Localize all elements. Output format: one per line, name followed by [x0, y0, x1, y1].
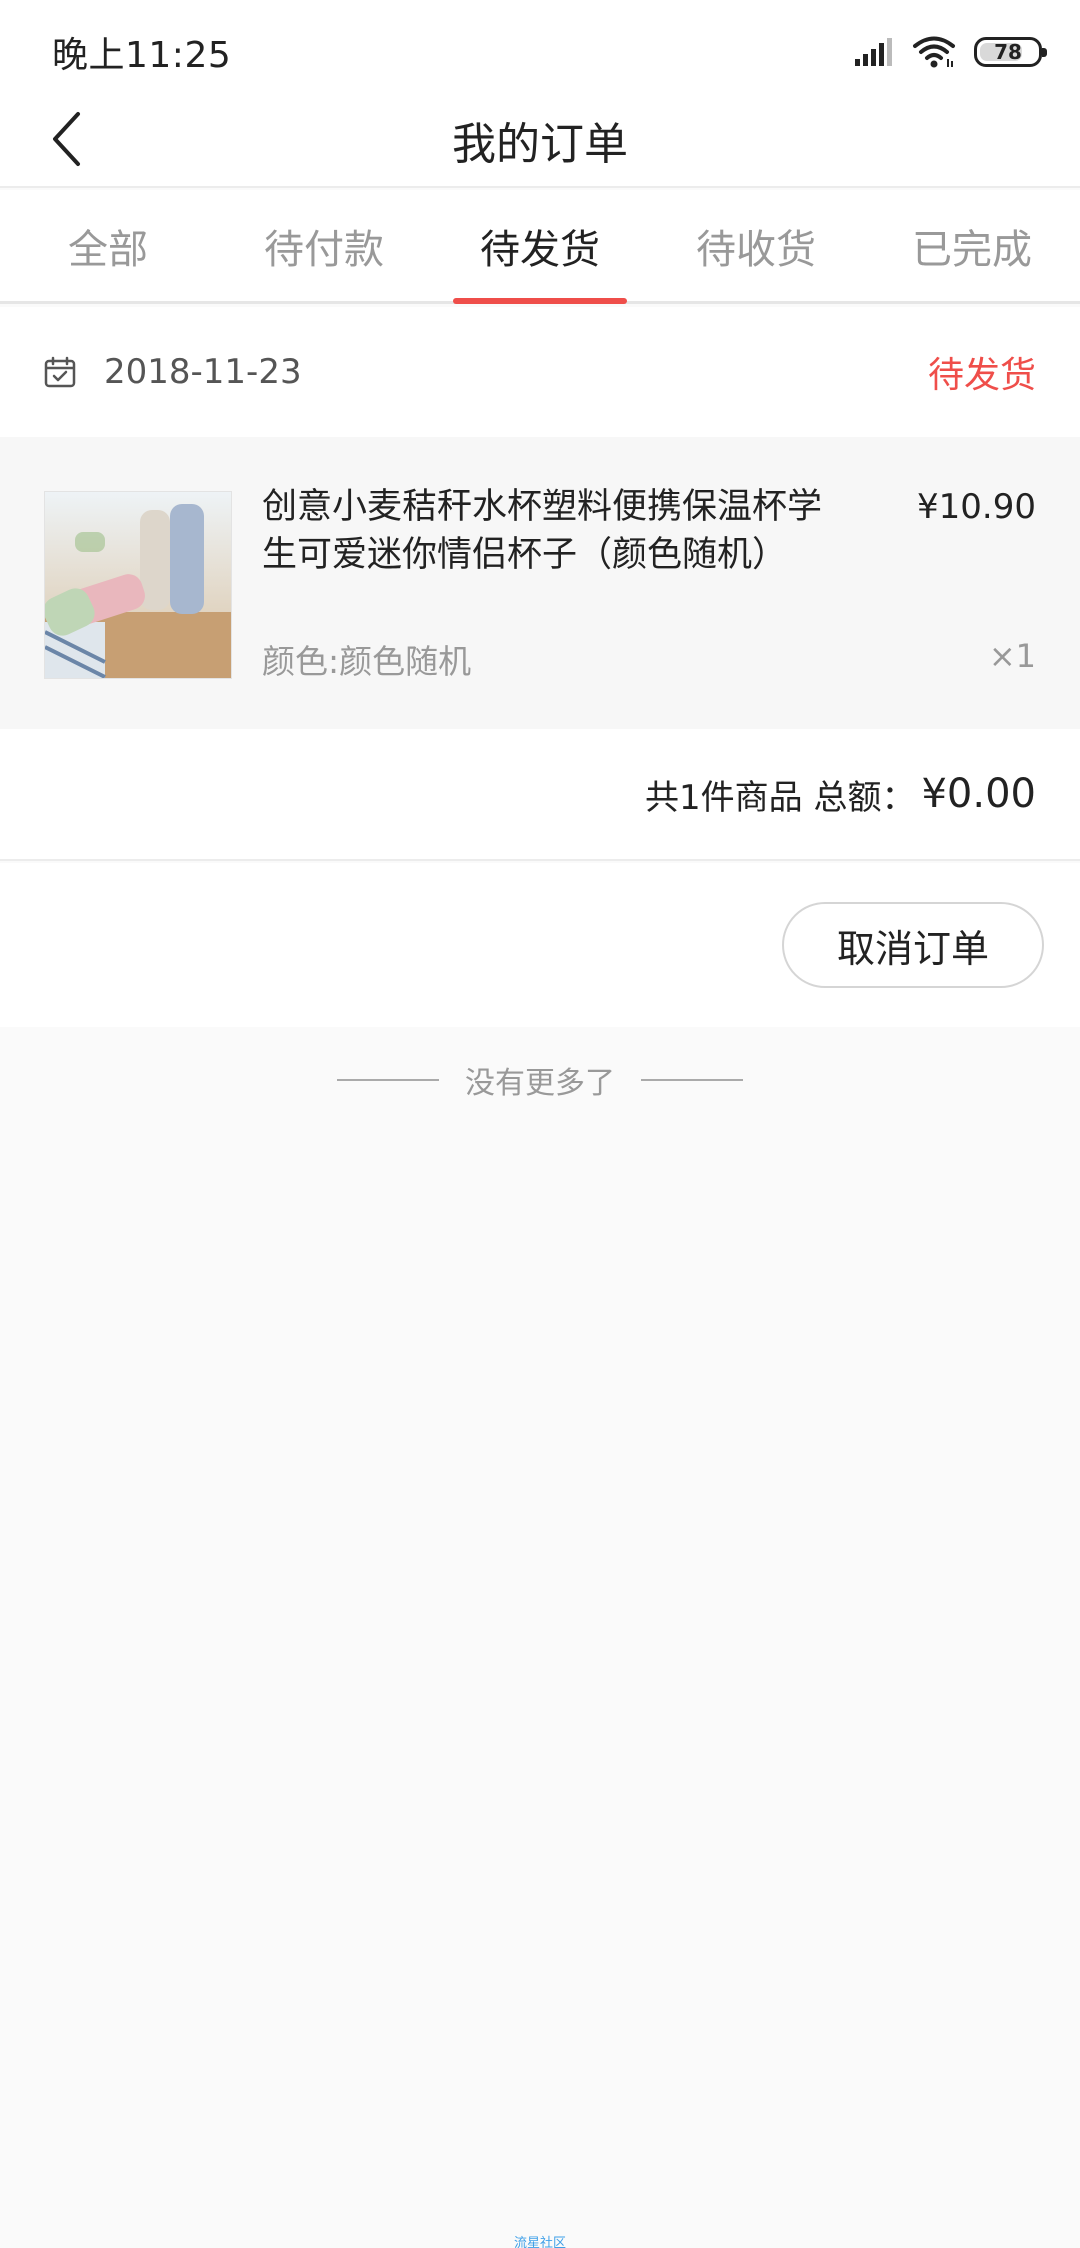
order-status-tabs: 全部 待付款 待发货 待收货 已完成 [0, 190, 1080, 304]
tab-all[interactable]: 全部 [0, 190, 216, 301]
product-price: ¥10.90 [917, 487, 1036, 527]
status-time: 晚上11:25 [52, 35, 232, 76]
back-button[interactable] [36, 104, 96, 174]
status-icons: 78 [854, 25, 1047, 69]
divider [641, 1079, 743, 1081]
order-date: 2018-11-23 [104, 352, 302, 392]
status-bar: 晚上11:25 78 [0, 0, 1080, 94]
chevron-left-icon [53, 112, 80, 166]
battery-level: 78 [994, 40, 1022, 64]
product-image [44, 491, 232, 679]
no-more-indicator: 没有更多了 [0, 1050, 1080, 1110]
divider [337, 1079, 439, 1081]
product-title: 创意小麦秸秆水杯塑料便携保温杯学生可爱迷你情侣杯子（颜色随机） [262, 487, 823, 575]
order-date-group: 2018-11-23 [44, 352, 302, 392]
cancel-order-button[interactable]: 取消订单 [782, 902, 1044, 988]
product-quantity: ×1 [988, 637, 1036, 675]
tab-completed[interactable]: 已完成 [864, 190, 1080, 301]
battery-icon: 78 [974, 37, 1047, 67]
product-variant: 颜色:颜色随机 [262, 642, 472, 681]
order-summary: 共1件商品 总额： ¥0.00 [0, 729, 1080, 861]
app-header: 我的订单 [0, 94, 1080, 188]
wifi-icon [913, 36, 955, 68]
order-list-screen: 晚上11:25 78 我的订单 全部 待付款 待发货 待收货 已完成 2018-… [0, 0, 1080, 2248]
signal-icon [855, 38, 892, 66]
order-status: 待发货 [927, 355, 1036, 396]
order-actions: 取消订单 [0, 863, 1080, 1027]
page-title: 我的订单 [452, 119, 628, 170]
tab-pending-shipment[interactable]: 待发货 [432, 190, 648, 301]
tab-pending-payment[interactable]: 待付款 [216, 190, 432, 301]
calendar-icon [44, 356, 76, 388]
order-product-item[interactable]: 创意小麦秸秆水杯塑料便携保温杯学生可爱迷你情侣杯子（颜色随机） ¥10.90 颜… [0, 437, 1080, 729]
no-more-text: 没有更多了 [465, 1066, 615, 1101]
watermark: 流星社区 [513, 2236, 566, 2248]
tab-pending-receipt[interactable]: 待收货 [648, 190, 864, 301]
order-total: ¥0.00 [921, 771, 1036, 817]
order-header: 2018-11-23 待发货 [0, 307, 1080, 437]
order-summary-label: 共1件商品 总额： [645, 777, 916, 818]
